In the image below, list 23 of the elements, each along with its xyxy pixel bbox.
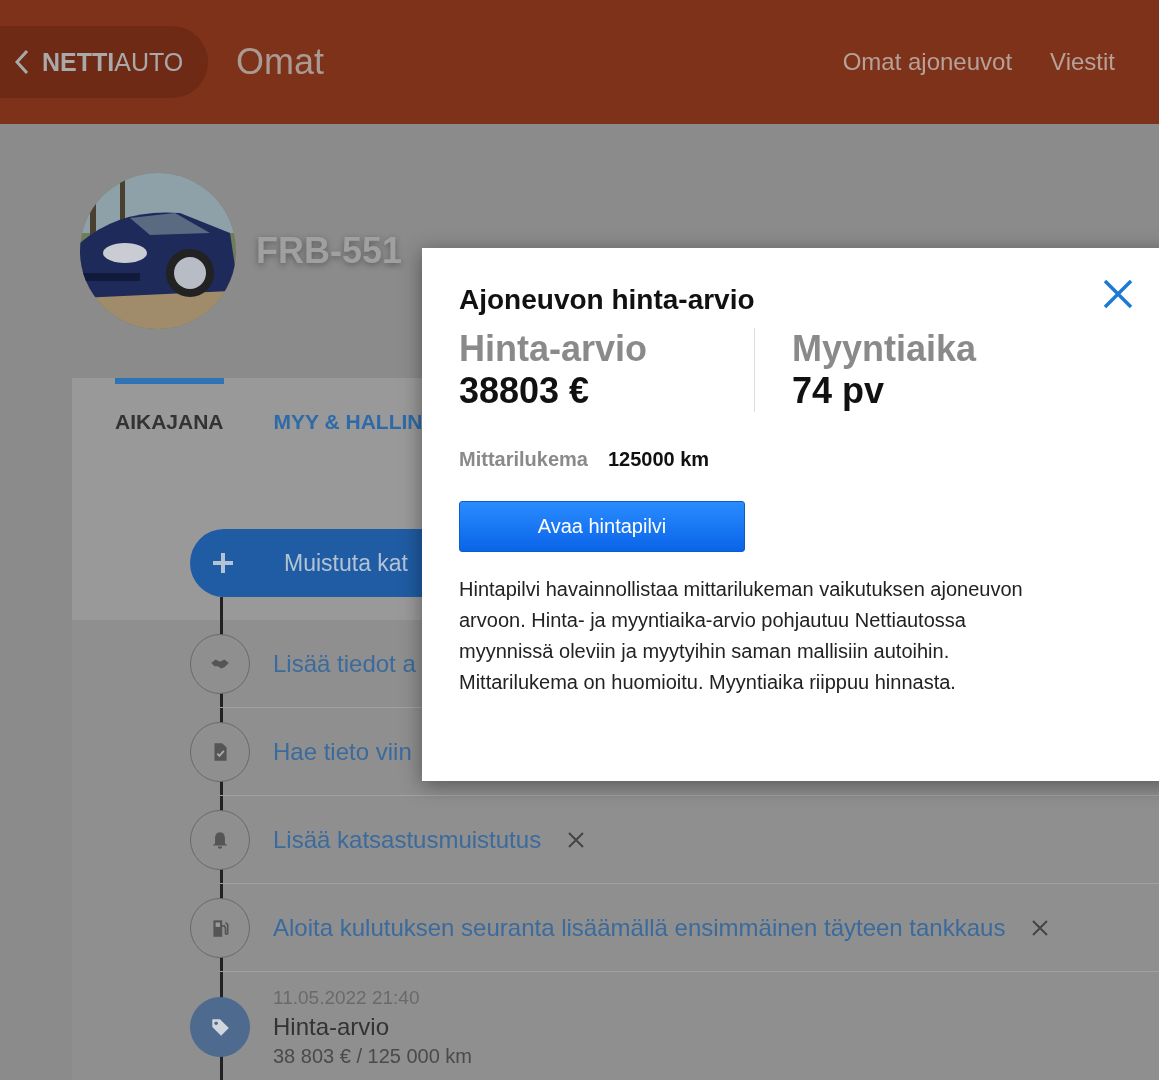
event-detail: 38 803 € / 125 000 km <box>273 1044 473 1068</box>
tab[interactable]: MYY & HALLIN <box>273 378 423 434</box>
plus-icon <box>212 552 234 574</box>
stat-value: 74 pv <box>792 370 886 412</box>
dialog-title: Ajoneuvon hinta-arvio <box>459 284 755 316</box>
close-icon[interactable] <box>1102 278 1134 310</box>
nav-link[interactable]: Viestit <box>1050 48 1115 76</box>
page-title: Omat <box>236 41 324 83</box>
nav-link[interactable]: Omat ajoneuvot <box>842 48 1013 76</box>
event-title: Hinta-arvio <box>273 1012 391 1041</box>
logo: NETTIAUTO <box>42 47 184 77</box>
stat-label: Myyntiaika <box>792 328 978 370</box>
description: Hintapilvi havainnollistaa mittarilukeman vaikutuksen ajoneuvon arvoon. Hinta- ja myyntiaika-arvio pohjautuu Nettiautossa myynnissä oleviin ja myytyihin saman mallisiin autoihin. Mittarilukema on huomioitu. Myyntiaika riippuu hinnasta. <box>459 577 1024 695</box>
stat-label: Hinta-arvio <box>459 328 649 370</box>
close-icon[interactable] <box>1031 918 1050 937</box>
odometer-value: 125000 km <box>607 448 710 471</box>
tab[interactable]: AIKAJANA <box>115 378 224 434</box>
close-icon[interactable] <box>567 830 586 849</box>
back-button[interactable]: NETTIAUTO <box>0 26 208 98</box>
odometer-label: Mittarilukema <box>459 448 588 471</box>
stat-value: 38803 € <box>459 370 591 412</box>
open-price-cloud-button[interactable]: Avaa hintapilvi <box>459 501 745 552</box>
tag-icon <box>209 1016 231 1038</box>
